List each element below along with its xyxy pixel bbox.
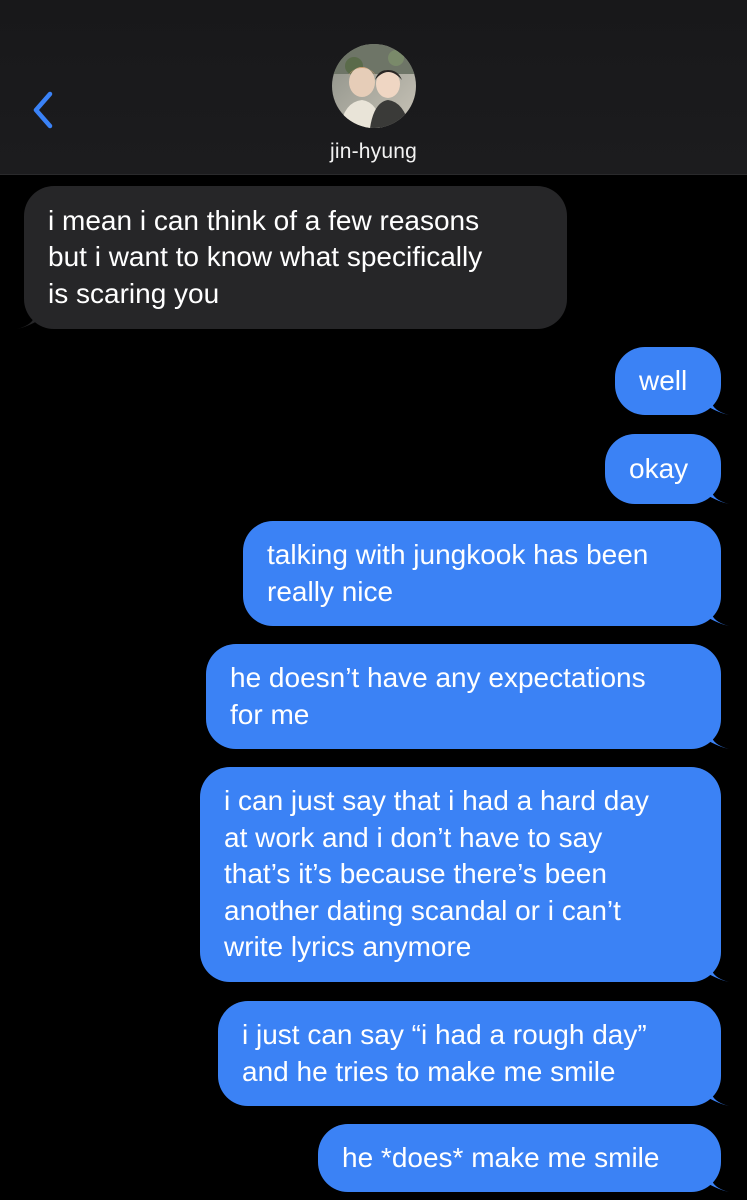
bubble-tail [705,1168,729,1192]
message-bubble-incoming[interactable]: i mean i can think of a few reasons but … [24,186,567,329]
message-bubble-outgoing[interactable]: he doesn’t have any expectations for me [206,644,721,749]
message-bubble-outgoing[interactable]: i just can say “i had a rough day” and h… [218,1001,721,1106]
message-bubble-outgoing[interactable]: i can just say that i had a hard day at … [200,767,721,982]
bubble-tail [705,958,729,982]
conversation-header: jin-hyung [0,0,747,175]
message-bubble-outgoing[interactable]: okay [605,434,721,504]
message-bubble-outgoing[interactable]: he *does* make me smile [318,1124,721,1192]
chevron-left-icon [33,91,53,129]
bubble-tail [705,602,729,626]
contact-avatar[interactable] [332,44,416,128]
bubble-tail [705,480,729,504]
contact-name[interactable]: jin-hyung [0,140,747,164]
bubble-tail [705,725,729,749]
bubble-tail [705,1082,729,1106]
message-bubble-outgoing[interactable]: talking with jungkook has been really ni… [243,521,721,626]
bubble-tail [705,391,729,415]
back-button[interactable] [28,88,62,132]
avatar-photo [332,44,416,128]
